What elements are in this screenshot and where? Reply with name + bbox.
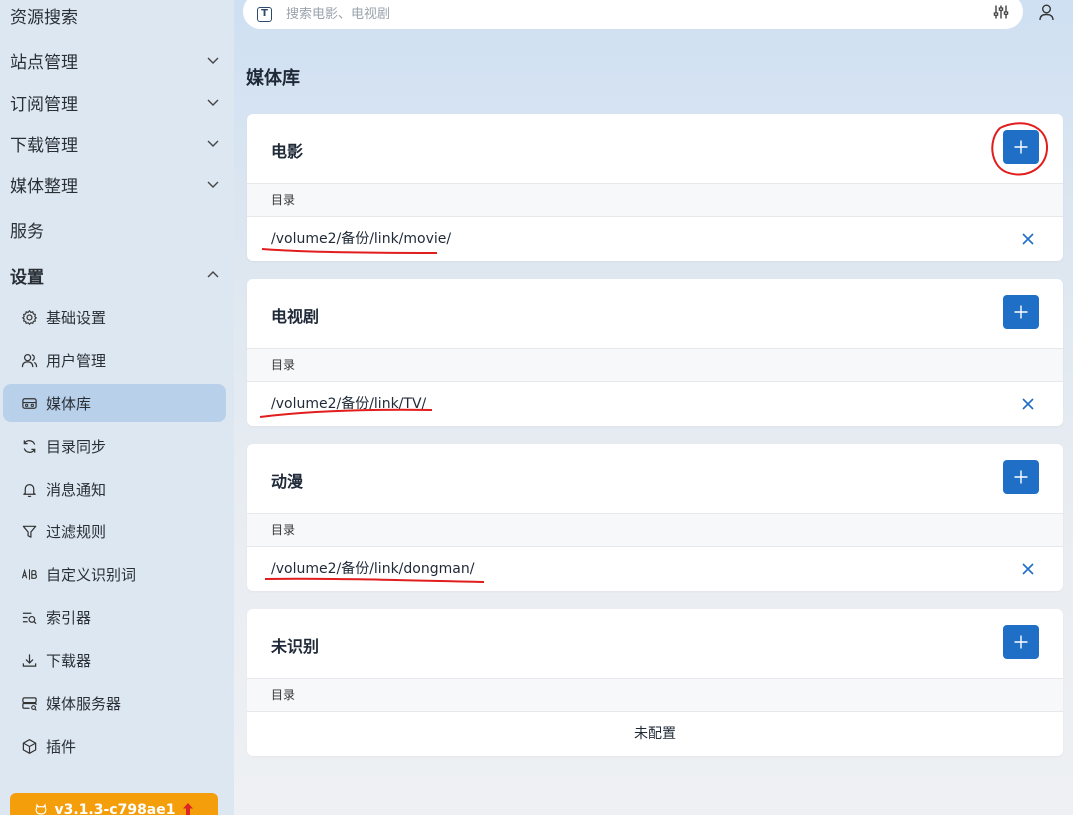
directory-path: /volume2/备份/link/TV/ [271,396,427,412]
directory-header: 目录 [247,183,1063,217]
nav-label: 站点管理 [10,52,78,73]
sidebar-item-label: 插件 [46,737,77,756]
version-label: v3.1.3-c798ae1 [54,802,176,815]
sidebar-item-filter-rules[interactable]: 过滤规则 [3,512,226,550]
sidebar-item-basic-settings[interactable]: 基础设置 [3,298,226,336]
bell-icon [20,480,38,498]
text-t-icon: T [257,7,272,22]
close-icon[interactable] [1021,562,1035,576]
chevron-down-icon [206,95,220,109]
sidebar-item-label: 目录同步 [46,437,107,456]
nav-resource-search[interactable]: 资源搜索 [10,0,78,30]
nav-media-organize[interactable]: 媒体整理 [10,169,78,199]
sidebar-item-label: 媒体服务器 [46,694,122,713]
close-icon[interactable] [1021,232,1035,246]
library-card-movies: 电影 目录 /volume2/备份/link/movie/ [247,114,1063,261]
library-card-unrecognized: 未识别 目录 未配置 [247,609,1063,756]
sidebar-item-label: 过滤规则 [46,522,107,541]
sync-icon [20,437,38,455]
chevron-up-icon [206,267,220,281]
directory-path: /volume2/备份/link/movie/ [271,231,452,247]
card-title: 电视剧 [271,307,320,326]
sidebar-item-downloader[interactable]: 下载器 [3,641,226,679]
nav-services[interactable]: 服务 [10,214,44,244]
user-icon[interactable] [1038,3,1055,21]
gear-icon [20,308,38,326]
sidebar-item-label: 消息通知 [46,480,107,499]
sidebar: 资源搜索 站点管理 订阅管理 下载管理 媒体整理 服务 设置 基础设置 用户管理… [0,0,234,815]
filter-icon [20,522,38,540]
add-directory-button[interactable] [1003,295,1039,329]
version-button[interactable]: v3.1.3-c798ae1 [10,793,218,815]
sidebar-item-label: 用户管理 [46,351,107,370]
card-title: 动漫 [271,472,304,491]
sidebar-item-directory-sync[interactable]: 目录同步 [3,427,226,465]
users-icon [20,351,38,369]
github-icon [34,802,48,815]
media-library-icon [20,394,38,412]
nav-download-management[interactable]: 下载管理 [10,128,78,158]
sidebar-item-media-library[interactable]: 媒体库 [3,384,226,422]
sidebar-item-label: 基础设置 [46,308,107,327]
close-icon[interactable] [1021,397,1035,411]
sidebar-item-label: 索引器 [46,608,92,627]
sidebar-item-label: 自定义识别词 [46,565,137,584]
download-icon [20,651,38,669]
sidebar-item-notifications[interactable]: 消息通知 [3,470,226,508]
directory-header: 目录 [247,513,1063,547]
add-directory-button[interactable] [1003,460,1039,494]
nav-label: 设置 [10,267,44,288]
sidebar-item-plugins[interactable]: 插件 [3,727,226,765]
upgrade-arrow-icon [182,802,194,815]
sidebar-item-custom-words[interactable]: 自定义识别词 [3,555,226,593]
sliders-icon[interactable] [993,4,1009,20]
directory-path: /volume2/备份/link/dongman/ [271,561,475,577]
directory-header: 目录 [247,678,1063,712]
chevron-down-icon [206,53,220,67]
add-directory-button[interactable] [1003,625,1039,659]
nav-label: 媒体整理 [10,176,78,197]
sidebar-item-indexer[interactable]: 索引器 [3,598,226,636]
ab-icon [20,565,38,583]
nav-label: 下载管理 [10,135,78,156]
indexer-icon [20,608,38,626]
library-card-tv: 电视剧 目录 /volume2/备份/link/TV/ [247,279,1063,426]
card-title: 电影 [271,142,304,161]
nav-label: 服务 [10,221,44,242]
page-title: 媒体库 [246,68,300,89]
search-bar: T [243,0,1023,29]
search-input[interactable] [286,7,966,22]
chevron-down-icon [206,177,220,191]
library-card-anime: 动漫 目录 /volume2/备份/link/dongman/ [247,444,1063,591]
nav-label: 订阅管理 [10,94,78,115]
nav-site-management[interactable]: 站点管理 [10,45,78,75]
chevron-down-icon [206,136,220,150]
nav-label: 资源搜索 [10,7,78,28]
card-title: 未识别 [271,637,320,656]
nav-subscription-management[interactable]: 订阅管理 [10,87,78,117]
sidebar-item-label: 下载器 [46,651,92,670]
sidebar-item-user-management[interactable]: 用户管理 [3,341,226,379]
nav-settings[interactable]: 设置 [10,260,44,290]
empty-state-text: 未配置 [634,726,676,742]
plugin-icon [20,737,38,755]
sidebar-item-media-server[interactable]: 媒体服务器 [3,684,226,722]
sidebar-item-label: 媒体库 [46,394,92,413]
server-icon [20,694,38,712]
add-directory-button[interactable] [1003,130,1039,164]
directory-header: 目录 [247,348,1063,382]
